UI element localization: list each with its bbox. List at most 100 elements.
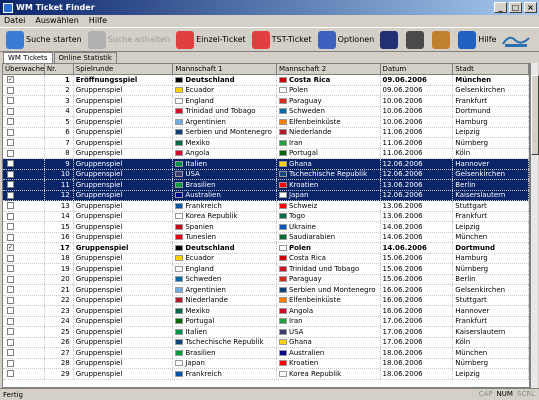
round-cell: Gruppenspiel: [74, 337, 174, 347]
maximize-button[interactable]: □: [509, 2, 522, 13]
table-row[interactable]: 26 Gruppenspiel Tschechische Republik Ghana…: [3, 337, 529, 348]
watch-checkbox[interactable]: [7, 202, 14, 210]
watch-checkbox[interactable]: [7, 128, 14, 136]
watch-checkbox[interactable]: [7, 107, 14, 115]
table-row[interactable]: 3 Gruppenspiel England Paraguay 10.06.2006 Fr…: [3, 96, 529, 107]
team2-cell: Elfenbeinküste: [277, 295, 381, 305]
menu-datei[interactable]: Datei: [4, 15, 25, 27]
team2-name: Trinidad und Tobago: [288, 264, 360, 273]
team2-cell: Japan: [277, 190, 381, 200]
column-header-nr[interactable]: Nr.: [45, 64, 74, 74]
column-header-mannschaft1[interactable]: Mannschaft 1: [173, 64, 277, 74]
table-row[interactable]: 11 Gruppenspiel Brasilien Kroatien 13.06.200…: [3, 180, 529, 191]
watch-checkbox[interactable]: [7, 370, 14, 378]
toolbar-button-6[interactable]: [406, 30, 426, 49]
watch-checkbox[interactable]: [7, 286, 14, 294]
watch-cell: [3, 369, 45, 379]
table-row[interactable]: ✓ 1 Eröffnungsspiel Deutschland Costa Rica 09…: [3, 75, 529, 86]
menu-auswaehlen[interactable]: Auswählen: [35, 15, 78, 27]
team2-cell: Costa Rica: [277, 75, 381, 85]
table-row[interactable]: 27 Gruppenspiel Brasilien Australien 18.06.2…: [3, 348, 529, 359]
watch-checkbox[interactable]: [7, 307, 14, 315]
team1-cell: Frankreich: [173, 201, 277, 211]
table-row[interactable]: 24 Gruppenspiel Portugal Iran 17.06.2006 Fran…: [3, 316, 529, 327]
nr-cell: 22: [45, 295, 74, 305]
watch-checkbox[interactable]: [7, 212, 14, 220]
toolbar-button-3[interactable]: TST-Ticket: [251, 30, 312, 49]
table-row[interactable]: 5 Gruppenspiel Argentinien Elfenbeinküste 10…: [3, 117, 529, 128]
close-button[interactable]: ×: [524, 2, 537, 13]
table-row[interactable]: 28 Gruppenspiel Japan Kroatien 18.06.2006 Nür…: [3, 358, 529, 369]
team2-name: Iran: [288, 317, 303, 326]
round-cell: Gruppenspiel: [74, 232, 174, 242]
table-row[interactable]: 14 Gruppenspiel Korea Republik Togo 13.06.20…: [3, 211, 529, 222]
watch-checkbox[interactable]: [7, 86, 14, 94]
watch-checkbox[interactable]: [7, 338, 14, 346]
watch-checkbox[interactable]: ✓: [7, 76, 14, 84]
watch-checkbox[interactable]: [7, 149, 14, 157]
column-header-ueberwachen[interactable]: Überwachen: [3, 64, 45, 74]
toolbar-button-7[interactable]: [432, 30, 452, 49]
watch-checkbox[interactable]: [7, 254, 14, 262]
minimize-button[interactable]: _: [494, 2, 507, 13]
tab-wm-tickets[interactable]: WM Tickets: [3, 52, 53, 63]
city-cell: Frankfurt: [453, 316, 529, 326]
table-row[interactable]: 20 Gruppenspiel Schweden Paraguay 15.06.2006…: [3, 274, 529, 285]
menu-hilfe[interactable]: Hilfe: [89, 15, 107, 27]
table-row[interactable]: 2 Gruppenspiel Ecuador Polen 09.06.2006 Gelse…: [3, 85, 529, 96]
flag-icon: [175, 255, 184, 262]
watch-checkbox[interactable]: [7, 349, 14, 357]
column-header-stadt[interactable]: Stadt: [453, 64, 529, 74]
watch-checkbox[interactable]: [7, 265, 14, 273]
watch-checkbox[interactable]: [7, 170, 14, 178]
table-row[interactable]: 29 Gruppenspiel Frankreich Korea Republik 18…: [3, 369, 529, 380]
table-row[interactable]: 16 Gruppenspiel Tunesien Saudiarabien 14.06.…: [3, 232, 529, 243]
table-row[interactable]: 6 Gruppenspiel Serbien und Montenegro Niede…: [3, 127, 529, 138]
column-header-spielrunde[interactable]: Spielrunde: [74, 64, 174, 74]
round-cell: Gruppenspiel: [74, 106, 174, 116]
table-row[interactable]: 10 Gruppenspiel USA Tschechische Republik 12…: [3, 169, 529, 180]
table-row[interactable]: 23 Gruppenspiel Mexiko Angola 16.06.2006 Hann…: [3, 306, 529, 317]
table-row[interactable]: 19 Gruppenspiel England Trinidad und Tobago…: [3, 264, 529, 275]
watch-checkbox[interactable]: [7, 160, 14, 168]
toolbar-button-1[interactable]: Suche anhalten: [87, 30, 170, 49]
watch-checkbox[interactable]: [7, 181, 14, 189]
toolbar-button-0[interactable]: Suche starten: [6, 30, 82, 49]
round-cell: Gruppenspiel: [74, 285, 174, 295]
table-row[interactable]: ✓ 17 Gruppenspiel Deutschland Polen 14.06.200…: [3, 243, 529, 254]
table-row[interactable]: 18 Gruppenspiel Ecuador Costa Rica 15.06.200…: [3, 253, 529, 264]
watch-checkbox[interactable]: [7, 359, 14, 367]
column-header-datum[interactable]: Datum: [381, 64, 454, 74]
toolbar-button-8[interactable]: Hilfe: [458, 30, 496, 49]
table-row[interactable]: 25 Gruppenspiel Italien USA 17.06.2006 Kaiser…: [3, 327, 529, 338]
watch-checkbox[interactable]: [7, 118, 14, 126]
table-row[interactable]: 8 Gruppenspiel Angola Portugal 11.06.2006 Köl…: [3, 148, 529, 159]
watch-checkbox[interactable]: ✓: [7, 244, 14, 252]
toolbar-button-5[interactable]: [380, 30, 400, 49]
table-row[interactable]: 21 Gruppenspiel Argentinien Serbien und Mon…: [3, 285, 529, 296]
watch-checkbox[interactable]: [7, 97, 14, 105]
scrollbar-thumb[interactable]: [531, 75, 539, 155]
watch-checkbox[interactable]: [7, 275, 14, 283]
table-row[interactable]: 15 Gruppenspiel Spanien Ukraine 14.06.2006 Le…: [3, 222, 529, 233]
watch-checkbox[interactable]: [7, 296, 14, 304]
table-row[interactable]: 4 Gruppenspiel Trinidad und Tobago Schweden…: [3, 106, 529, 117]
table-row[interactable]: 7 Gruppenspiel Mexiko Iran 11.06.2006 Nürnber…: [3, 138, 529, 149]
table-row[interactable]: 22 Gruppenspiel Niederlande Elfenbeinküste 1…: [3, 295, 529, 306]
watch-checkbox[interactable]: [7, 233, 14, 241]
ticket-table: Überwachen Nr. Spielrunde Mannschaft 1 M…: [2, 63, 530, 388]
team2-cell: Iran: [277, 316, 381, 326]
vertical-scrollbar[interactable]: [530, 63, 539, 388]
watch-checkbox[interactable]: [7, 191, 14, 199]
toolbar-button-2[interactable]: Einzel-Ticket: [176, 30, 246, 49]
watch-checkbox[interactable]: [7, 317, 14, 325]
watch-checkbox[interactable]: [7, 328, 14, 336]
toolbar-button-4[interactable]: Optionen: [317, 30, 374, 49]
table-row[interactable]: 12 Gruppenspiel Australien Japan 12.06.2006 K…: [3, 190, 529, 201]
table-row[interactable]: 9 Gruppenspiel Italien Ghana 12.06.2006 Hanno…: [3, 159, 529, 170]
watch-checkbox[interactable]: [7, 223, 14, 231]
tab-online-statistik[interactable]: Online Statistik: [53, 52, 117, 63]
table-row[interactable]: 13 Gruppenspiel Frankreich Schweiz 13.06.200…: [3, 201, 529, 212]
column-header-mannschaft2[interactable]: Mannschaft 2: [277, 64, 381, 74]
watch-checkbox[interactable]: [7, 139, 14, 147]
